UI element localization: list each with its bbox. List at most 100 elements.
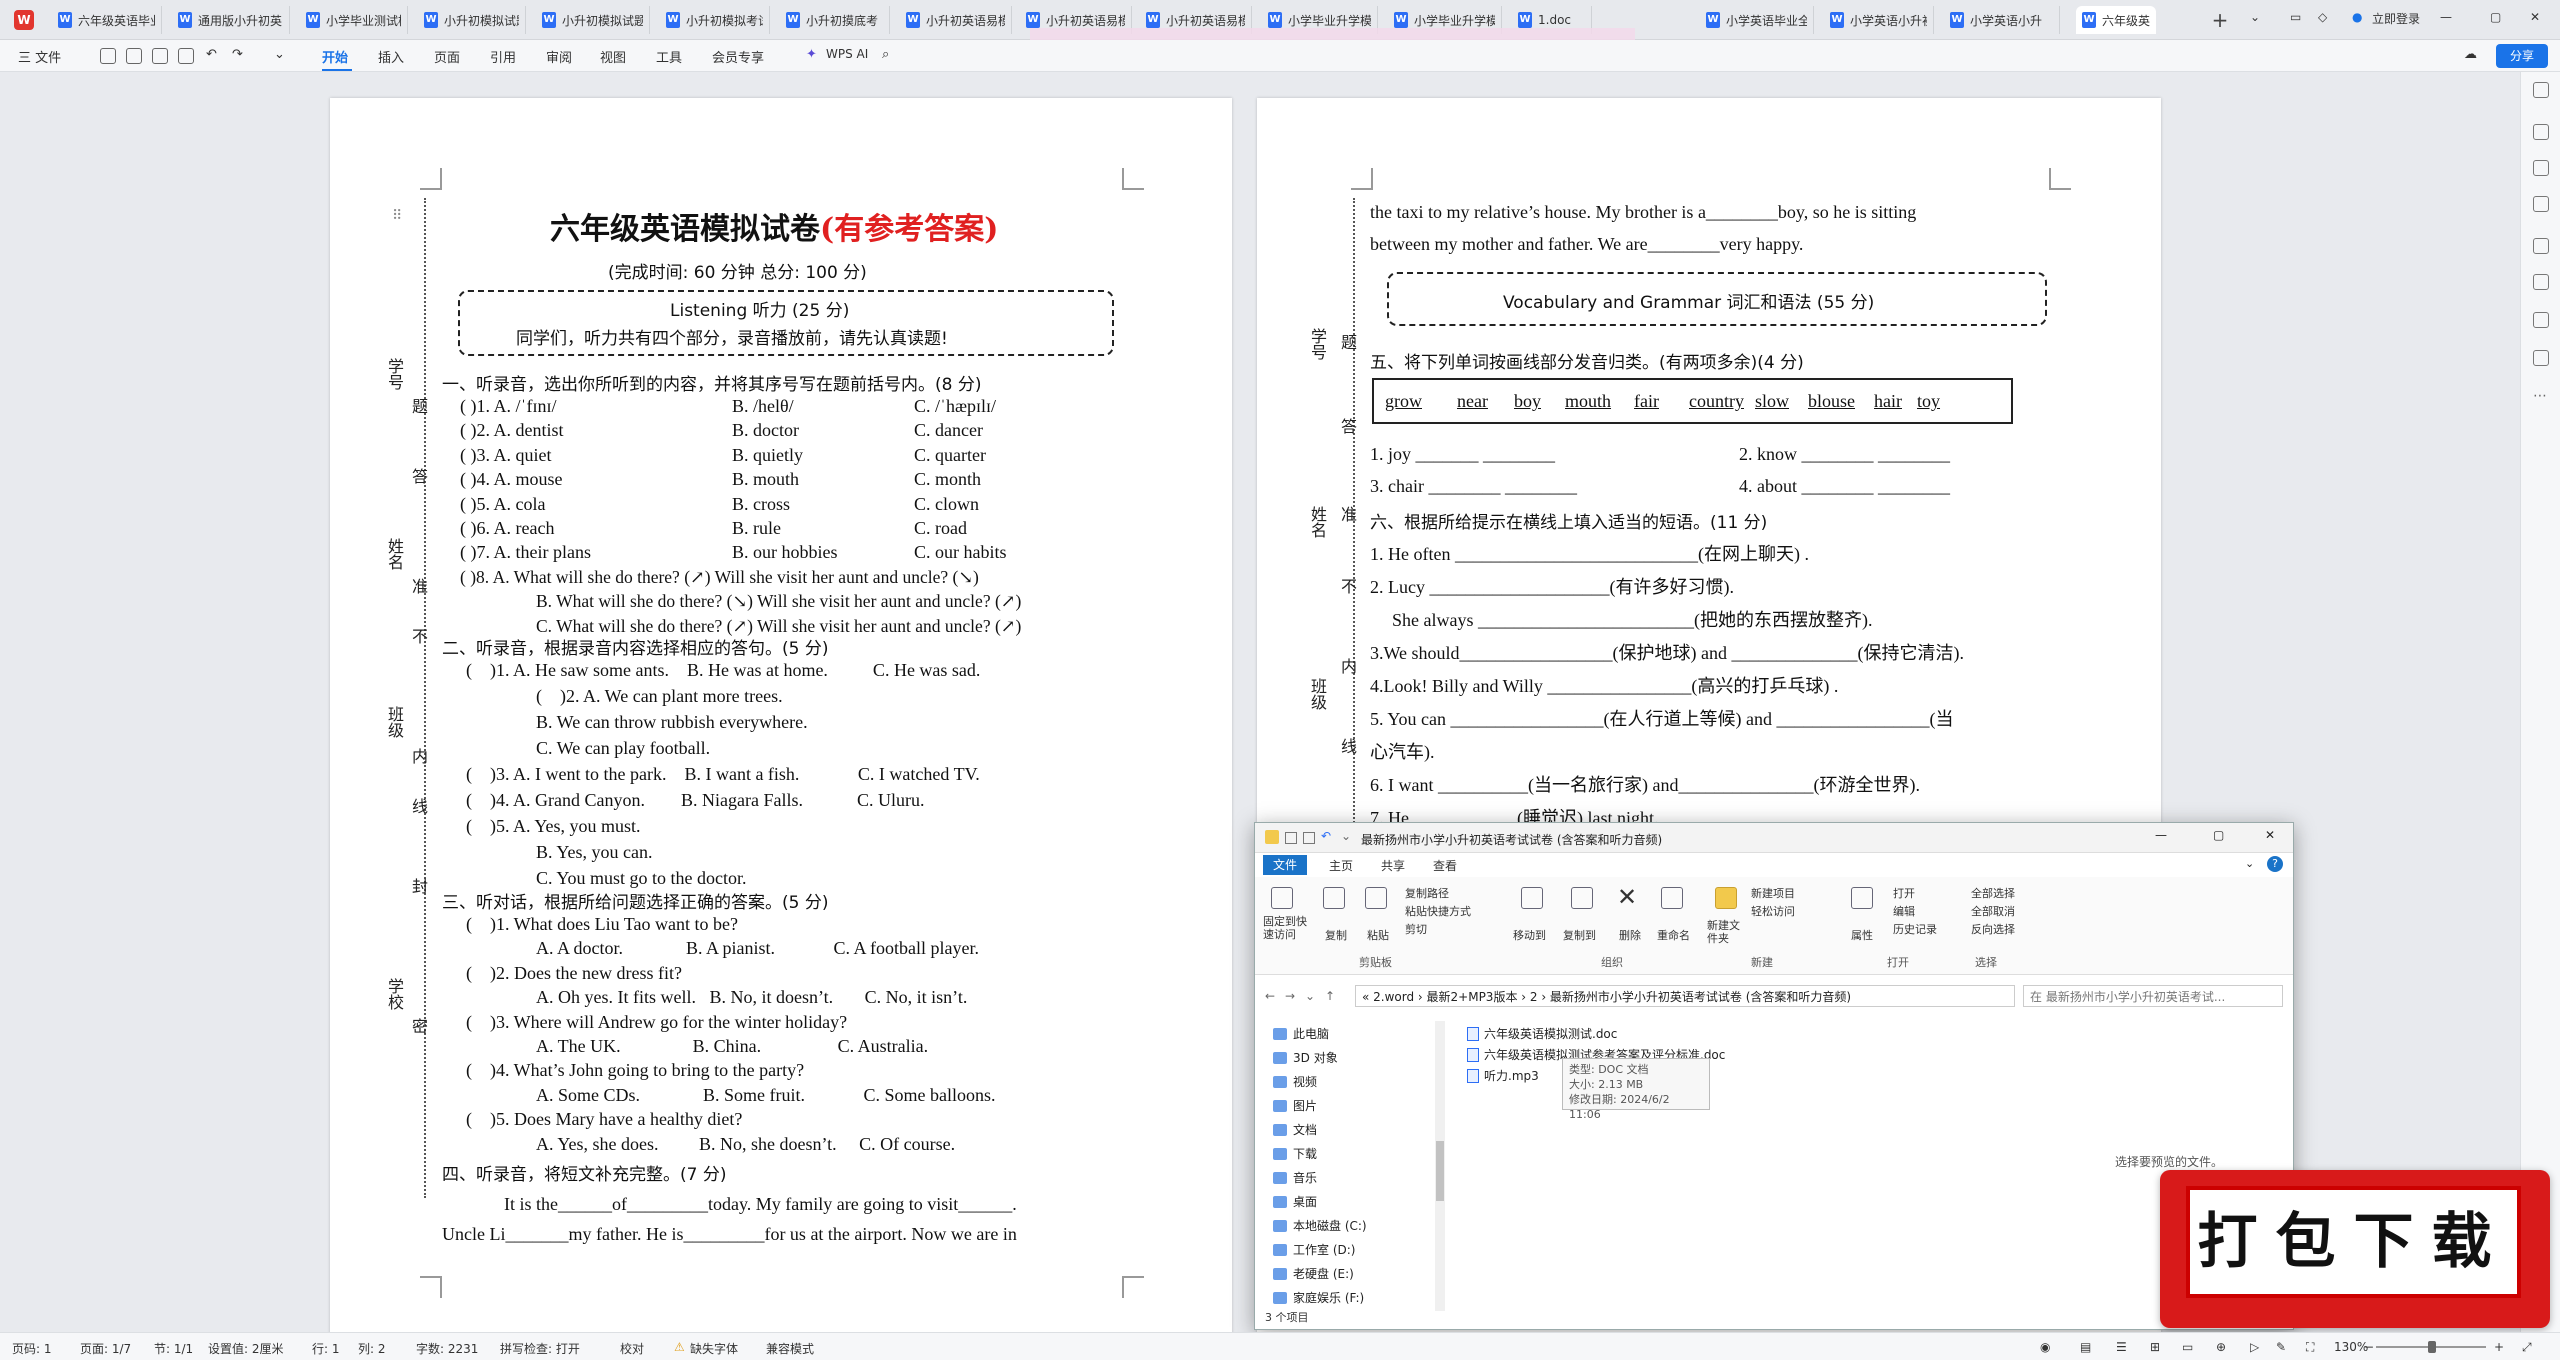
tab-file[interactable]: 文件 (1263, 855, 1308, 875)
pin-icon[interactable] (1271, 887, 1293, 909)
tree-item[interactable]: 此电脑 (1273, 1025, 1329, 1042)
cube-icon[interactable]: ◇ (2318, 10, 2327, 24)
search-icon[interactable]: ⌕ (882, 47, 889, 62)
menu-tab[interactable]: 开始 (322, 47, 348, 66)
pin-quick-access[interactable]: 固定到快速访问 (1263, 915, 1307, 941)
paste-icon[interactable] (1365, 887, 1387, 909)
tree-item[interactable]: 桌面 (1273, 1193, 1317, 1210)
search-input[interactable]: 在 最新扬州市小学小升初英语考试... (2023, 985, 2283, 1007)
document-page-1[interactable]: ⠿ 学号题答姓名准不班级内线封学校密 六年级英语模拟试卷(有参考答案) (完成时… (330, 98, 1232, 1338)
document-tab[interactable]: W 小升初摸底考 (780, 6, 890, 34)
tree-item[interactable]: 工作室 (D:) (1273, 1241, 1355, 1258)
edit-button[interactable]: 编辑 (1893, 903, 1915, 919)
document-tab[interactable]: W 六年级英语毕业 (52, 6, 162, 34)
copy-to-button[interactable]: 复制到 (1563, 927, 1596, 943)
document-tab[interactable]: W 小升初模拟考试 (660, 6, 770, 34)
new-tab-button[interactable]: + (2208, 8, 2232, 32)
status-page[interactable]: 页码: 1 (12, 1340, 52, 1357)
delete-icon[interactable]: ✕ (1617, 883, 1637, 911)
read-icon[interactable]: ▭ (2182, 1340, 2193, 1354)
undo-icon[interactable]: ↶ (206, 47, 217, 62)
copy-to-icon[interactable] (1571, 887, 1593, 909)
wps-ai-icon[interactable]: ✦ (806, 47, 817, 62)
status-pages[interactable]: 页面: 1/7 (80, 1340, 131, 1357)
delete-button[interactable]: 删除 (1619, 927, 1641, 943)
history-button[interactable]: 历史记录 (1893, 921, 1937, 937)
print-icon[interactable] (152, 48, 168, 64)
user-avatar-icon[interactable]: ● (2352, 10, 2362, 24)
login-link[interactable]: 立即登录 (2372, 10, 2420, 27)
new-folder-icon[interactable] (1715, 887, 1737, 909)
settings-icon[interactable] (2533, 196, 2549, 212)
play-icon[interactable]: ▷ (2250, 1340, 2259, 1354)
document-tab[interactable]: W 小学英语小升 (1944, 6, 2060, 34)
status-font[interactable]: 缺失字体 (690, 1340, 738, 1357)
tree-item[interactable]: 本地磁盘 (C:) (1273, 1217, 1367, 1234)
chevron-down-icon[interactable]: ⌄ (2245, 857, 2254, 870)
eye-icon[interactable]: ◉ (2040, 1340, 2050, 1354)
maximize-icon[interactable]: ▢ (2490, 10, 2501, 24)
document-tab[interactable]: W 小升初模拟试题 (418, 6, 526, 34)
outline-icon[interactable]: ☰ (2116, 1340, 2127, 1354)
drag-handle-icon[interactable]: ⠿ (392, 208, 402, 225)
address-field[interactable]: « 2.word › 最新2+MP3版本 › 2 › 最新扬州市小学小升初英语考… (1355, 985, 2015, 1007)
status-col[interactable]: 列: 2 (358, 1340, 386, 1357)
cloud-icon[interactable]: ☁ (2464, 47, 2477, 62)
scroll-thumb[interactable] (1436, 1141, 1444, 1201)
document-tab[interactable]: W 通用版小升初英 (172, 6, 290, 34)
tree-item[interactable]: 下载 (1273, 1145, 1317, 1162)
globe-icon[interactable]: ⊕ (2216, 1340, 2226, 1354)
window-layout-icon[interactable]: ▭ (2290, 10, 2301, 24)
wps-logo-icon[interactable]: W (14, 10, 34, 30)
help-icon[interactable]: ? (2267, 856, 2283, 872)
status-words[interactable]: 字数: 2231 (416, 1340, 478, 1357)
easy-access-button[interactable]: 轻松访问 (1751, 903, 1795, 919)
more-icon[interactable]: ⌄ (274, 47, 285, 62)
page-view-icon[interactable]: ▤ (2080, 1340, 2091, 1354)
chevron-down-icon[interactable]: ⌄ (1305, 989, 1315, 1003)
status-row[interactable]: 行: 1 (312, 1340, 340, 1357)
menu-tab[interactable]: 页面 (434, 47, 460, 66)
status-spell[interactable]: 拼写检查: 打开 (500, 1340, 580, 1357)
document-tab[interactable]: W 小学毕业测试模 (300, 6, 408, 34)
chevron-up-icon[interactable] (2533, 82, 2549, 98)
rename-icon[interactable] (1661, 887, 1683, 909)
document-tab[interactable]: W 小学英语小升初 (1824, 6, 1934, 34)
status-proof[interactable]: 校对 (620, 1340, 644, 1357)
fullscreen-icon[interactable]: ⤢ (2522, 1340, 2532, 1355)
cursor-icon[interactable] (2533, 160, 2549, 176)
download-badge[interactable]: 打包下载 (2160, 1170, 2550, 1328)
menu-tab[interactable]: 审阅 (546, 47, 572, 66)
export-icon[interactable] (126, 48, 142, 64)
cut-button[interactable]: 剪切 (1405, 921, 1427, 937)
move-to-icon[interactable] (1521, 887, 1543, 909)
maximize-icon[interactable]: ▢ (2213, 828, 2224, 842)
tree-item[interactable]: 老硬盘 (E:) (1273, 1265, 1354, 1282)
menu-tab[interactable]: 引用 (490, 47, 516, 66)
save-icon[interactable] (100, 48, 116, 64)
zoom-in-icon[interactable]: + (2494, 1340, 2504, 1354)
paste-shortcut-button[interactable]: 粘贴快捷方式 (1405, 903, 1471, 919)
open-button[interactable]: 打开 (1893, 885, 1915, 901)
minimize-icon[interactable]: — (2155, 828, 2167, 842)
explorer-titlebar[interactable]: ↶ ⌄ 最新扬州市小学小升初英语考试试卷 (含答案和听力音频) — ▢ ✕ (1255, 823, 2293, 853)
share-button[interactable]: 分享 (2496, 44, 2548, 68)
move-to-button[interactable]: 移动到 (1513, 927, 1546, 943)
tree-item[interactable]: 家庭娱乐 (F:) (1273, 1289, 1364, 1306)
tree-item[interactable]: 图片 (1273, 1097, 1317, 1114)
new-folder-button[interactable]: 新建文件夹 (1707, 919, 1747, 945)
forward-icon[interactable]: → (1285, 989, 1295, 1003)
preview-icon[interactable] (178, 48, 194, 64)
back-icon[interactable]: ← (1265, 989, 1275, 1003)
status-setting[interactable]: 设置值: 2厘米 (208, 1340, 284, 1357)
tree-item[interactable]: 文档 (1273, 1121, 1317, 1138)
web-view-icon[interactable]: ⊞ (2150, 1340, 2160, 1354)
menu-tab[interactable]: 视图 (600, 47, 626, 66)
copy-button[interactable]: 复制 (1325, 927, 1347, 943)
tab-view[interactable]: 查看 (1433, 857, 1457, 874)
new-folder-icon[interactable] (1303, 832, 1315, 844)
undo-icon[interactable]: ↶ (1321, 829, 1331, 843)
document-tab[interactable]: W 六年级英 (2076, 6, 2156, 34)
select-none-button[interactable]: 全部取消 (1971, 903, 2015, 919)
status-section[interactable]: 节: 1/1 (154, 1340, 193, 1357)
